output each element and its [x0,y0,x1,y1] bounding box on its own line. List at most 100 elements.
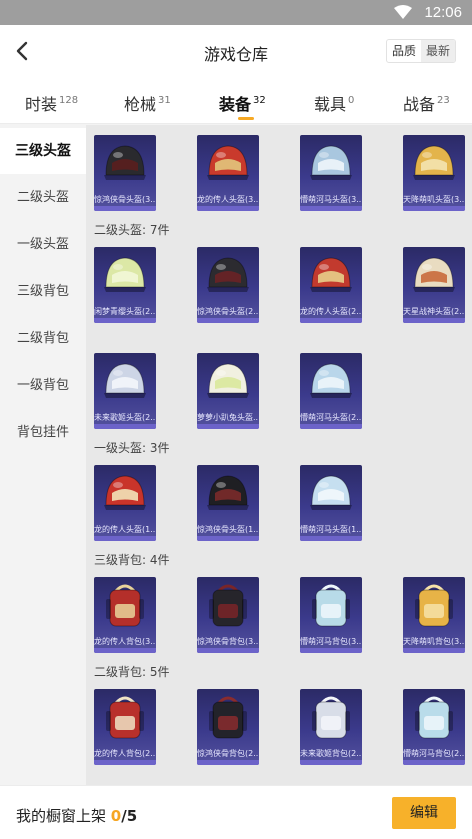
helmet-icon [104,145,146,180]
sort-quality-button[interactable]: 品质 [387,40,421,62]
helmet-icon [104,257,146,292]
item-card[interactable]: 未来歌姬背包(2... [300,689,362,765]
item-name: 未来歌姬头盔(2... [94,413,156,422]
item-name: 龙的传人背包(2... [94,749,156,758]
rarity-bar [300,424,362,429]
item-card[interactable]: 天降萌叽头盔(3... [403,135,465,211]
rarity-bar [403,648,465,653]
rarity-bar [197,648,259,653]
item-name: 懵萌河马头盔(3... [300,195,362,204]
rarity-bar [403,760,465,765]
showcase-bar: 我的橱窗上架 0/5 编辑 [0,785,472,839]
tab-label: 装备 [219,95,252,114]
rarity-bar [94,536,156,541]
item-card[interactable]: 惊鸿侠骨头盔(3... [94,135,156,211]
item-name: 龙的传人头盔(1... [94,525,156,534]
helmet-icon [207,363,249,398]
rarity-bar [94,424,156,429]
backpack-icon [106,696,144,739]
sidebar-item-level1-helmet[interactable]: 一级头盔 [0,222,86,268]
item-card[interactable]: 懵萌河马头盔(3... [300,135,362,211]
item-name: 惊鸿侠骨头盔(2... [197,307,259,316]
item-card[interactable]: 惊鸿侠骨背包(3... [197,577,259,653]
helmet-icon [310,363,352,398]
item-card[interactable]: 天星战神头盔(2... [403,247,465,323]
rarity-bar [94,318,156,323]
showcase-label-text: 我的橱窗上架 [16,807,107,825]
item-name: 萝萝小趴兔头盔... [197,413,259,422]
tab-count: 31 [158,95,171,106]
tab-supplies[interactable]: 战备 23 [403,91,450,115]
item-card[interactable]: 未来歌姬头盔(2... [94,353,156,429]
tab-count: 0 [348,95,355,106]
rarity-bar [403,318,465,323]
item-card[interactable]: 惊鸿侠骨头盔(1... [197,465,259,541]
sidebar-item-level2-helmet[interactable]: 二级头盔 [0,175,86,221]
section-heading: 二级头盔: 7件 [94,223,170,237]
active-tab-indicator [238,117,254,120]
item-card[interactable]: 龙的传人头盔(1... [94,465,156,541]
item-card[interactable]: 闲梦青缨头盔(2... [94,247,156,323]
item-name: 龙的传人头盔(2... [300,307,362,316]
rarity-bar [300,648,362,653]
sort-toggle: 品质 最新 [385,39,456,63]
item-card[interactable]: 天降萌叽背包(3... [403,577,465,653]
status-time: 12:06 [424,4,462,21]
showcase-current-count: 0 [110,807,122,825]
sidebar: 三级头盔 二级头盔 一级头盔 三级背包 二级背包 一级背包 背包挂件 [0,125,86,785]
rarity-bar [94,206,156,211]
edit-button[interactable]: 编辑 [392,797,456,829]
rarity-bar [300,318,362,323]
item-card[interactable]: 懵萌河马头盔(1... [300,465,362,541]
backpack-icon [415,696,453,739]
helmet-icon [413,145,455,180]
rarity-bar [403,206,465,211]
tab-fashion[interactable]: 时装 128 [25,91,78,115]
rarity-bar [197,760,259,765]
showcase-total-count: /5 [121,807,138,825]
sidebar-item-level3-backpack[interactable]: 三级背包 [0,269,86,315]
item-grid: 惊鸿侠骨头盔(3... 龙的传人头盔(3... 懵萌河马头盔(3... 天降萌叽头盔(… [86,125,472,785]
rarity-bar [197,318,259,323]
sort-latest-button[interactable]: 最新 [420,40,455,62]
helmet-icon [413,257,455,292]
showcase-label: 我的橱窗上架 0/5 [16,805,137,826]
item-card[interactable]: 懵萌河马背包(2... [403,689,465,765]
tab-equipment[interactable]: 装备 32 [219,91,266,115]
helmet-icon [310,257,352,292]
helmet-icon [310,145,352,180]
item-card[interactable]: 萝萝小趴兔头盔... [197,353,259,429]
backpack-icon [312,696,350,739]
sidebar-item-level1-backpack[interactable]: 一级背包 [0,363,86,409]
item-name: 天星战神头盔(2... [403,307,465,316]
sidebar-item-backpack-charm[interactable]: 背包挂件 [0,410,86,456]
tab-label: 时装 [25,95,58,114]
item-card[interactable]: 龙的传人背包(3... [94,577,156,653]
tab-firearms[interactable]: 枪械 31 [124,91,171,115]
backpack-icon [209,696,247,739]
section-heading: 二级背包: 5件 [94,665,170,679]
rarity-bar [197,206,259,211]
rarity-bar [94,760,156,765]
sidebar-item-level2-backpack[interactable]: 二级背包 [0,316,86,362]
tab-count: 23 [437,95,450,106]
item-card[interactable]: 龙的传人头盔(2... [300,247,362,323]
category-tabs: 时装 128 枪械 31 装备 32 载具 0 战备 23 [0,77,472,124]
item-card[interactable]: 惊鸿侠骨背包(2... [197,689,259,765]
item-card[interactable]: 懵萌河马背包(3... [300,577,362,653]
item-card[interactable]: 龙的传人头盔(3... [197,135,259,211]
backpack-icon [209,584,247,627]
sidebar-item-level3-helmet[interactable]: 三级头盔 [0,128,86,174]
item-card[interactable]: 龙的传人背包(2... [94,689,156,765]
item-name: 懵萌河马头盔(2... [300,413,362,422]
item-name: 龙的传人头盔(3... [197,195,259,204]
item-card[interactable]: 懵萌河马头盔(2... [300,353,362,429]
rarity-bar [300,760,362,765]
item-card[interactable]: 惊鸿侠骨头盔(2... [197,247,259,323]
tab-vehicles[interactable]: 载具 0 [314,91,354,115]
helmet-icon [207,145,249,180]
item-name: 惊鸿侠骨背包(3... [197,637,259,646]
backpack-icon [312,584,350,627]
item-name: 懵萌河马背包(3... [300,637,362,646]
tab-count: 32 [253,95,266,106]
